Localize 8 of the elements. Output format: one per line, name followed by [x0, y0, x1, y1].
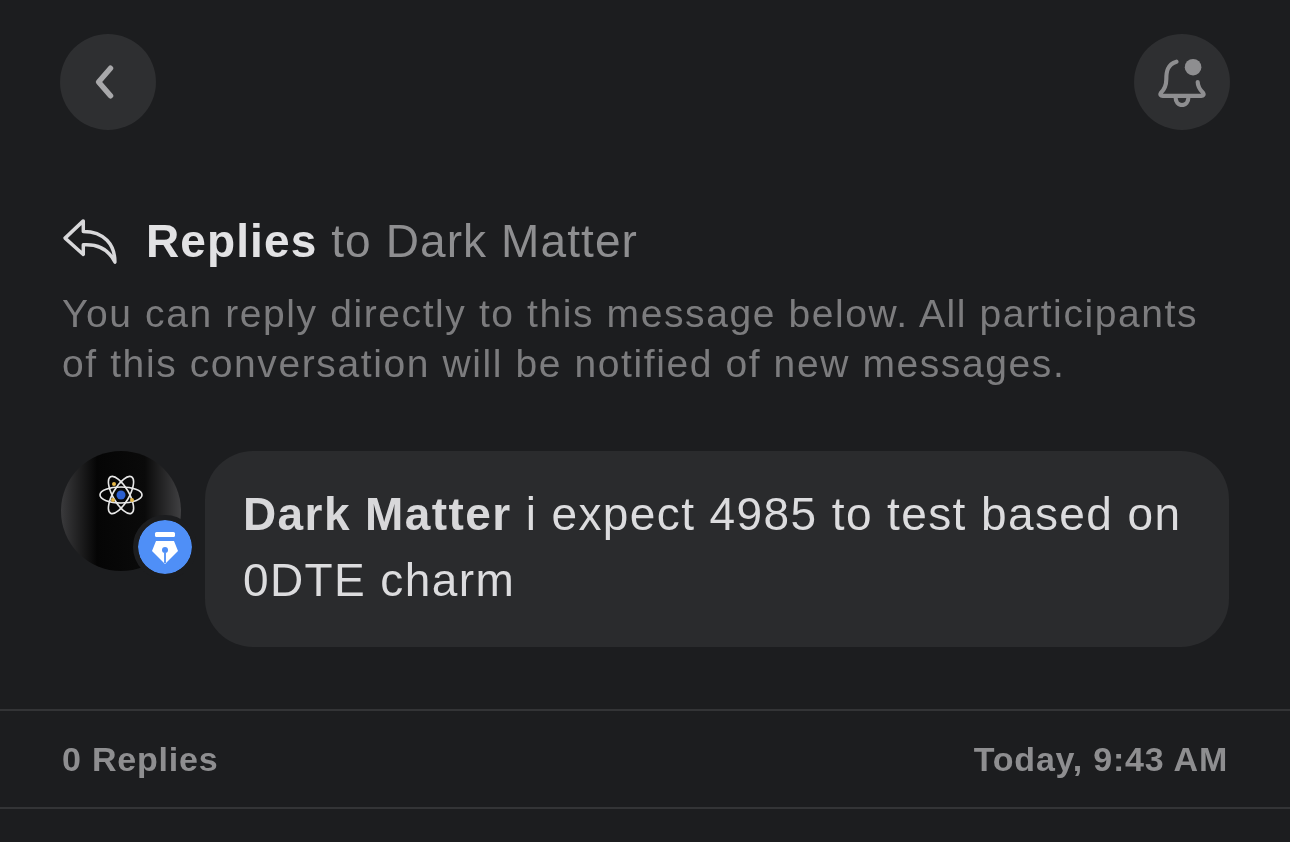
chevron-left-icon	[94, 64, 116, 100]
reply-count: 0 Replies	[62, 739, 219, 779]
reply-arrow-icon	[62, 218, 118, 264]
message-timestamp: Today, 9:43 AM	[973, 739, 1228, 779]
replies-heading: Replies to Dark Matter	[146, 215, 639, 267]
bell-with-dot-icon	[1158, 57, 1206, 107]
message-text: Dark Matter i expect 4985 to test based on 0DTE charm	[243, 487, 1183, 608]
reply-description: You can reply directly to this message below. All participants of this conversation will be notified of new messages.	[61, 291, 1200, 387]
